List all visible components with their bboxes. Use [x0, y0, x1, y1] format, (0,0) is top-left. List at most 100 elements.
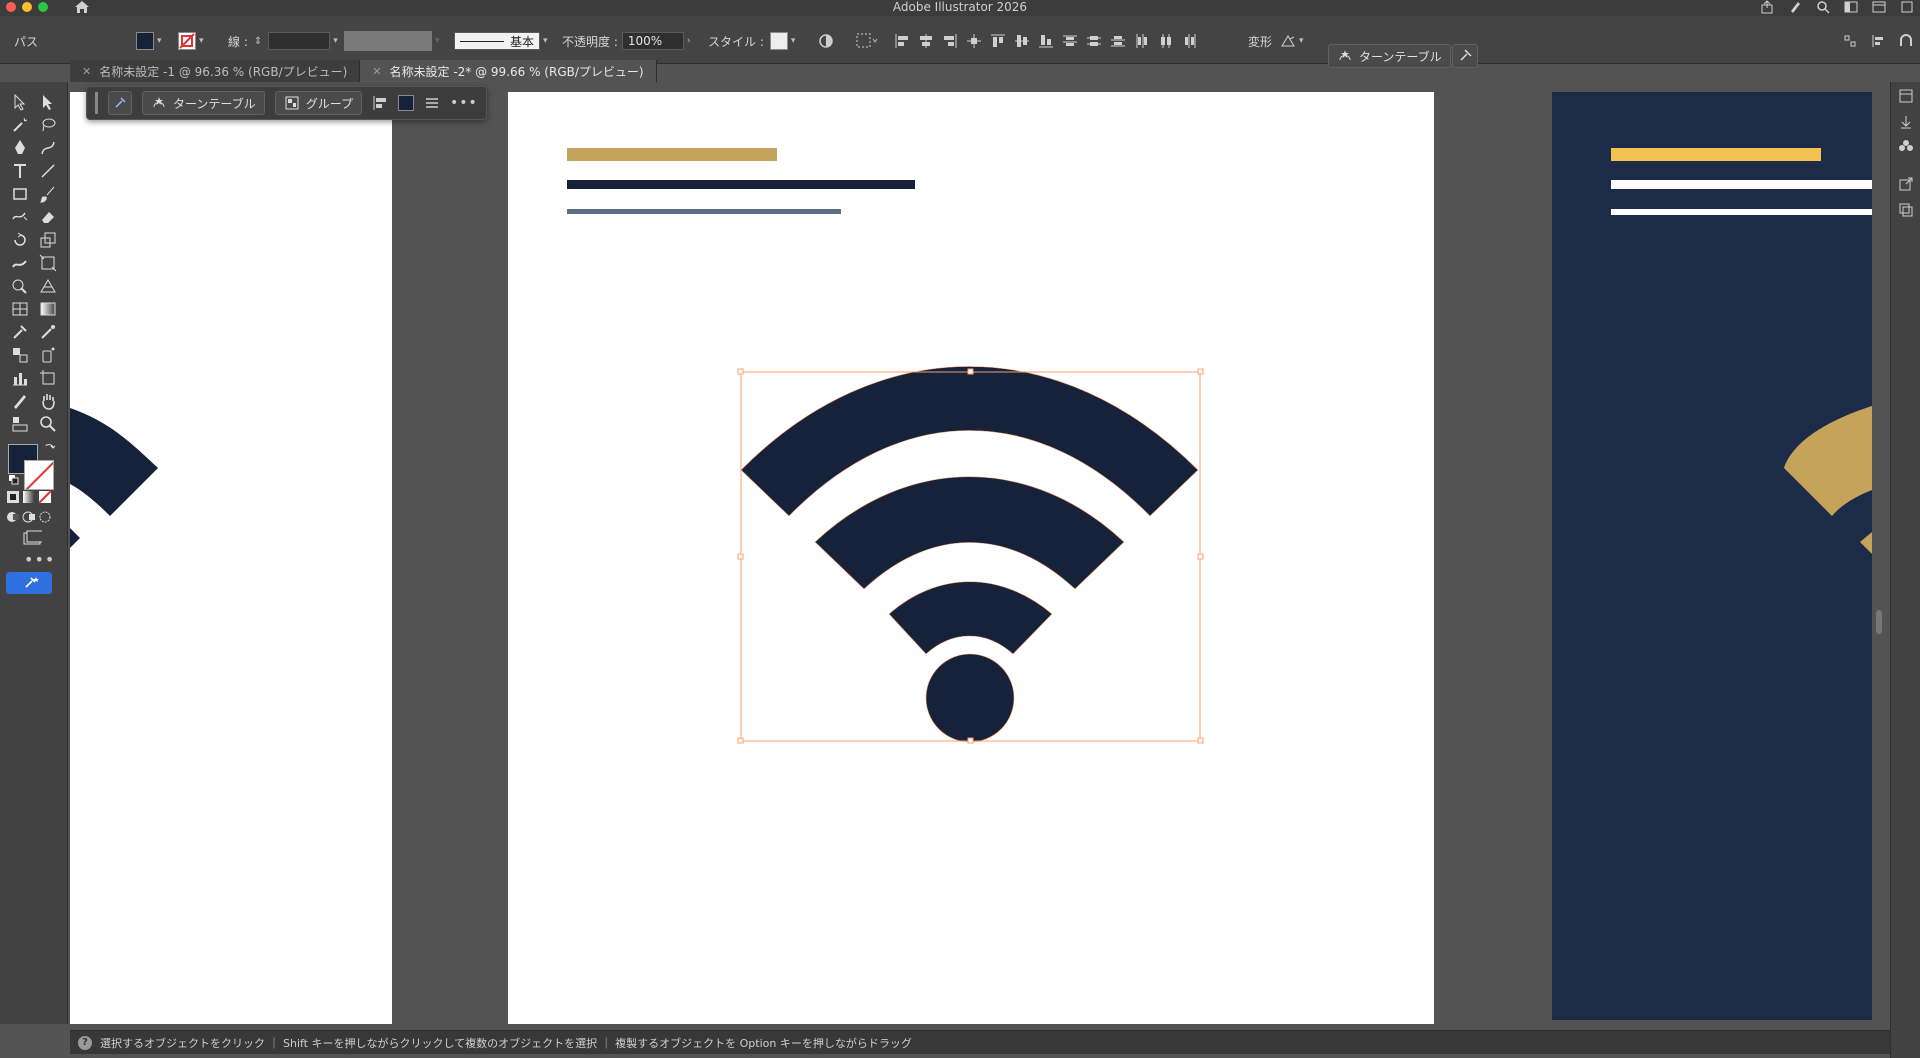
style-swatch[interactable]	[769, 32, 788, 50]
ellipsis-icon[interactable]: •••	[24, 550, 55, 569]
tab-document-1[interactable]: ✕ 名称未設定 -1 @ 96.36 % (RGB/プレビュー)	[70, 60, 361, 82]
align-panel-icon[interactable]	[1870, 33, 1886, 49]
transform-options-icon[interactable]	[1280, 33, 1296, 49]
chevron-down-icon[interactable]: ▾	[199, 36, 209, 46]
close-icon[interactable]: ✕	[82, 65, 91, 78]
ellipsis-icon[interactable]: •••	[450, 95, 478, 111]
wifi-icon[interactable]	[740, 366, 1199, 743]
eyedropper-tool-icon[interactable]	[10, 322, 30, 342]
mesh-tool-icon[interactable]	[10, 299, 30, 319]
column-graph-tool-icon[interactable]	[10, 368, 30, 388]
chevron-down-icon[interactable]: ▾	[791, 36, 801, 46]
artboard-left[interactable]	[70, 92, 392, 1024]
export-panel-icon[interactable]	[1898, 176, 1914, 192]
transform-label[interactable]: 変形	[1248, 33, 1272, 50]
distribute-top-icon[interactable]	[1062, 33, 1078, 49]
align-right-icon[interactable]	[942, 33, 958, 49]
align-left-icon[interactable]	[894, 33, 910, 49]
turntable-context-button[interactable]: ターンテーブル	[142, 91, 265, 115]
shaper-tool-icon[interactable]	[10, 207, 30, 227]
rotate-tool-icon[interactable]	[10, 230, 30, 250]
distribute-bottom-icon[interactable]	[1110, 33, 1126, 49]
stroke-color-box[interactable]	[24, 460, 54, 490]
zoom-icon[interactable]	[38, 414, 58, 434]
symbol-sprayer-tool-icon[interactable]	[38, 345, 58, 365]
properties-panel-icon[interactable]	[1898, 88, 1914, 104]
rectangle-tool-icon[interactable]	[10, 184, 30, 204]
chevron-down-icon[interactable]: ▾	[1299, 36, 1309, 46]
gradient-tool-icon[interactable]	[38, 299, 58, 319]
distribute-center-icon[interactable]	[1158, 33, 1174, 49]
artboard-right[interactable]	[1552, 92, 1872, 1020]
align-to-icon[interactable]	[856, 30, 878, 52]
chevron-down-icon[interactable]: ▾	[333, 36, 343, 46]
artboard-main[interactable]	[508, 92, 1434, 1024]
brush-definition[interactable]: 基本 ▾	[454, 30, 553, 52]
shape-builder-tool-icon[interactable]	[10, 276, 30, 296]
pen-tool-icon[interactable]	[10, 138, 30, 158]
learn-icon[interactable]	[1788, 0, 1802, 14]
layers-panel-icon[interactable]	[1898, 202, 1914, 218]
align-center-icon[interactable]	[966, 33, 982, 49]
align-middle-icon[interactable]	[1014, 33, 1030, 49]
color-mode-icon[interactable]	[6, 490, 20, 504]
chevron-right-icon[interactable]: ›	[687, 36, 697, 46]
none-mode-icon[interactable]	[38, 490, 52, 504]
swap-colors-icon[interactable]	[44, 442, 56, 454]
eraser-icon[interactable]	[38, 207, 58, 227]
search-icon[interactable]	[1816, 0, 1830, 14]
paintbrush-tool-icon[interactable]	[38, 184, 58, 204]
blend-tool-icon[interactable]	[10, 345, 30, 365]
width-profile-preview[interactable]	[344, 31, 432, 51]
stepper-icon[interactable]: ⇕	[254, 36, 262, 47]
libraries-panel-icon[interactable]	[1898, 114, 1914, 130]
measure-tool-icon[interactable]	[38, 322, 58, 342]
distribute-middle-icon[interactable]	[1086, 33, 1102, 49]
slice-tool-icon[interactable]	[10, 391, 30, 411]
close-icon[interactable]: ✕	[372, 65, 381, 78]
active-turntable-tool[interactable]	[6, 572, 52, 594]
vertical-scrollbar-thumb[interactable]	[1876, 610, 1882, 634]
stroke-none-swatch[interactable]	[178, 32, 196, 50]
curvature-tool-icon[interactable]	[38, 138, 58, 158]
draw-behind-icon[interactable]	[22, 510, 36, 524]
draw-normal-icon[interactable]	[6, 510, 20, 524]
selection-tool-icon[interactable]	[10, 92, 30, 112]
transform-control[interactable]: 変形 ▾	[1248, 30, 1309, 52]
turntable-button[interactable]: ターンテーブル	[1328, 44, 1451, 68]
variable-width-profile[interactable]: ▾	[344, 30, 445, 52]
tab-document-2[interactable]: ✕ 名称未設定 -2* @ 99.66 % (RGB/プレビュー)	[360, 60, 657, 82]
scale-tool-icon[interactable]	[38, 230, 58, 250]
arrange-icon[interactable]	[1872, 0, 1886, 14]
pin-button[interactable]	[1452, 44, 1478, 68]
distribute-right-icon[interactable]	[1182, 33, 1198, 49]
drag-handle[interactable]	[95, 92, 98, 114]
warp-tool-icon[interactable]	[10, 253, 30, 273]
fill-swatch[interactable]	[397, 95, 414, 111]
brush-definition-field[interactable]: 基本	[454, 32, 540, 50]
pin-button[interactable]	[108, 91, 132, 115]
menu-lines-icon[interactable]	[424, 95, 440, 111]
magnet-icon[interactable]	[1898, 33, 1914, 49]
chevron-down-icon[interactable]: ▾	[543, 36, 553, 46]
opacity-input[interactable]: 100%	[621, 32, 684, 50]
free-transform-tool-icon[interactable]	[38, 253, 58, 273]
align-top-icon[interactable]	[990, 33, 1006, 49]
help-icon[interactable]: ?	[78, 1035, 92, 1050]
expand-icon[interactable]	[1842, 33, 1858, 49]
default-colors-icon[interactable]	[8, 474, 20, 486]
recolor-icon[interactable]	[818, 30, 834, 52]
panel-icon[interactable]	[1900, 0, 1914, 14]
share-icon[interactable]	[1760, 0, 1774, 14]
stroke-control[interactable]: ▾	[178, 30, 209, 52]
stroke-weight-input[interactable]	[268, 32, 331, 50]
chevron-down-icon[interactable]: ▾	[435, 36, 445, 46]
magic-wand-tool-icon[interactable]	[10, 115, 30, 135]
print-tiling-tool-icon[interactable]	[10, 414, 30, 434]
hand-icon[interactable]	[38, 391, 58, 411]
gradient-mode-icon[interactable]	[22, 490, 36, 504]
distribute-left-icon[interactable]	[1134, 33, 1150, 49]
fill-control[interactable]: ▾	[136, 30, 167, 52]
perspective-grid-tool-icon[interactable]	[38, 276, 58, 296]
align-center-h-icon[interactable]	[918, 33, 934, 49]
